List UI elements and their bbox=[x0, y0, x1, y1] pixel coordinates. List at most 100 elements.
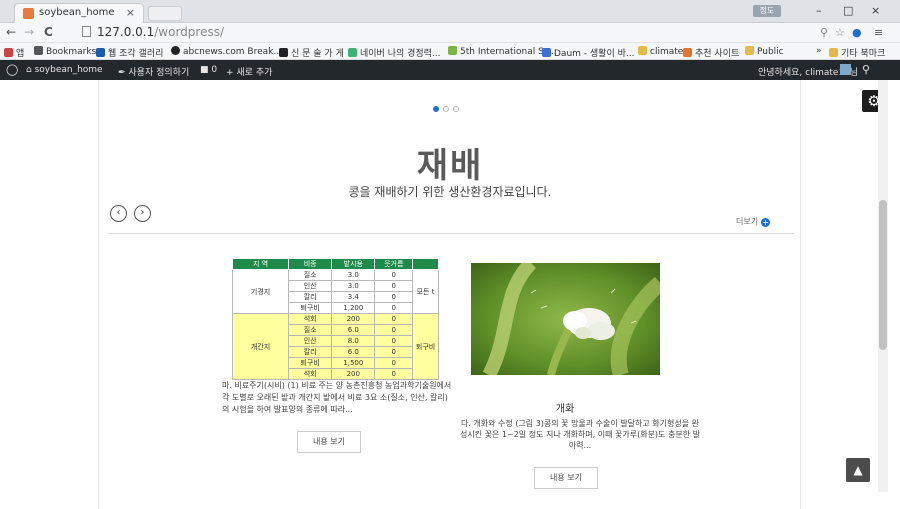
bookmarks-overflow[interactable]: » bbox=[816, 46, 822, 56]
wp-customize[interactable]: ✒ 사용자 정의하기 bbox=[118, 65, 189, 78]
column-header bbox=[412, 258, 439, 270]
bookmark-item[interactable]: Daum - 생활이 바... bbox=[542, 46, 634, 59]
browser-tab-bar: soybean_home × 정도 – □ × bbox=[0, 0, 900, 23]
bookmark-item[interactable]: climate bbox=[638, 46, 683, 57]
table-cell: 질소 bbox=[288, 324, 333, 336]
table-body: 기경지 질소 3.0 0 모든 t 인산 3.0 0 칼리 3.4 0 퇴구비 1,200 0 개간지 석회 2… bbox=[231, 269, 439, 380]
browser-toolbar: ← → C 127.0.0.1/wordpress/ ⚲ ☆ ● ≡ bbox=[0, 23, 900, 43]
column-header: 웃거름 bbox=[374, 258, 414, 270]
search-icon[interactable]: ⚲ bbox=[862, 63, 870, 76]
tab-close-icon[interactable]: × bbox=[126, 6, 135, 19]
page-icon bbox=[82, 26, 91, 37]
bookmark-item[interactable]: 추천 사이트 bbox=[683, 46, 739, 59]
table-row: 개간지 석회 200 0 퇴구비 bbox=[231, 313, 439, 380]
folder-icon bbox=[829, 48, 838, 57]
next-arrow-icon[interactable]: › bbox=[134, 205, 151, 222]
slider-dot[interactable] bbox=[433, 106, 439, 112]
table-header-row: 지 역 비종 밭시용 웃거름 bbox=[231, 258, 439, 270]
read-more-button[interactable]: 내용 보기 bbox=[534, 467, 598, 489]
table-cell: 0 bbox=[374, 346, 414, 358]
table-cell: 퇴구비 bbox=[288, 302, 333, 314]
table-cell: 0 bbox=[374, 280, 414, 292]
url-path: /wordpress/ bbox=[154, 25, 225, 39]
maximize-button[interactable]: □ bbox=[843, 4, 853, 17]
scrollbar-thumb[interactable] bbox=[879, 200, 887, 350]
bookmark-item[interactable]: 신 문 술 가 게 bbox=[279, 46, 344, 59]
table-cell: 0 bbox=[374, 302, 414, 314]
browser-tab[interactable]: soybean_home × bbox=[14, 3, 144, 23]
menu-icon[interactable]: ≡ bbox=[874, 26, 883, 39]
plus-icon: + bbox=[761, 218, 771, 227]
flower-illustration bbox=[471, 263, 660, 375]
table-cell: 3.4 bbox=[331, 291, 376, 303]
more-link[interactable]: 더보기 + bbox=[736, 216, 771, 227]
bookmark-item[interactable]: 네이버 나의 경정력... bbox=[348, 46, 441, 59]
note-cell: 모든 t bbox=[412, 269, 439, 314]
url-host: 127.0.0.1 bbox=[97, 25, 155, 39]
reload-icon[interactable]: C bbox=[44, 25, 53, 39]
card-excerpt: 마. 비료주기(시비) (1) 비료 주는 양 농촌진흥청 농업과학기술원에서 … bbox=[222, 381, 452, 414]
bookmark-item[interactable]: 웹 조각 갤러리 bbox=[96, 46, 163, 59]
bookmark-star-icon[interactable]: ☆ bbox=[835, 26, 845, 39]
wp-new-content[interactable]: + 새로 추가 bbox=[226, 65, 272, 78]
page-subtitle: 콩을 재배하기 위한 생산환경자료입니다. bbox=[348, 185, 552, 199]
wp-comments[interactable]: ■ 0 bbox=[200, 65, 217, 75]
table-cell: 1,200 bbox=[331, 302, 376, 314]
column-header: 지 역 bbox=[231, 258, 290, 270]
card-excerpt: 다. 개화와 수정 (그림 3)콩의 꽃 망울과 수술이 발달하고 화기형성을 … bbox=[460, 419, 700, 450]
divider bbox=[108, 233, 794, 234]
forward-icon[interactable]: → bbox=[24, 25, 34, 39]
soybean-flower-image bbox=[471, 263, 660, 375]
table-cell: 200 bbox=[331, 368, 376, 380]
page-content: ⚙ 재배 콩을 재배하기 위한 생산환경자료입니다. ‹ › 더보기 + 지 역 … bbox=[0, 80, 900, 509]
column-header: 밭시용 bbox=[331, 258, 376, 270]
page-title: 재배 bbox=[416, 146, 484, 186]
scroll-to-top-button[interactable]: ▲ bbox=[846, 458, 870, 482]
site-favicon-icon bbox=[23, 8, 34, 19]
table-cell: 석회 bbox=[288, 368, 333, 380]
table-cell: 0 bbox=[374, 357, 414, 369]
column-header: 비종 bbox=[288, 258, 333, 270]
table-cell: 인산 bbox=[288, 280, 333, 292]
bookmark-item[interactable]: Bookmarks bbox=[34, 46, 96, 57]
read-more-button[interactable]: 내용 보기 bbox=[297, 431, 361, 453]
star-icon bbox=[34, 46, 43, 55]
table-cell: 0 bbox=[374, 313, 414, 325]
close-window-button[interactable]: × bbox=[871, 4, 880, 17]
tab-title: soybean_home bbox=[39, 7, 115, 18]
minimize-button[interactable]: – bbox=[816, 4, 822, 17]
extension-icon[interactable]: ● bbox=[852, 26, 862, 39]
apps-icon bbox=[4, 48, 13, 57]
bookmarks-bar: 앱 Bookmarks 웹 조각 갤러리 abcnews.com Break..… bbox=[0, 43, 900, 60]
comment-icon: ■ bbox=[200, 65, 212, 75]
profile-badge[interactable]: 정도 bbox=[753, 5, 781, 17]
new-tab-button[interactable] bbox=[148, 6, 182, 21]
address-bar[interactable]: 127.0.0.1/wordpress/ bbox=[82, 25, 802, 41]
table-cell: 인산 bbox=[288, 335, 333, 347]
slider-dot[interactable] bbox=[443, 106, 449, 112]
wordpress-logo-icon[interactable]: ◯ bbox=[6, 63, 18, 76]
folder-icon bbox=[638, 46, 647, 55]
table-cell: 8.0 bbox=[331, 335, 376, 347]
naver-icon bbox=[348, 48, 357, 57]
avatar[interactable] bbox=[840, 64, 851, 75]
zoom-icon[interactable]: ⚲ bbox=[820, 26, 828, 39]
bookmark-item[interactable]: 앱 bbox=[4, 46, 24, 59]
wp-admin-bar: ◯ ⌂ soybean_home ✒ 사용자 정의하기 ■ 0 + 새로 추가 … bbox=[0, 60, 900, 80]
table-cell: 6.0 bbox=[331, 324, 376, 336]
card-title: 개화 bbox=[555, 404, 575, 415]
slider-dot[interactable] bbox=[453, 106, 459, 112]
back-icon[interactable]: ← bbox=[6, 25, 16, 39]
prev-arrow-icon[interactable]: ‹ bbox=[110, 205, 127, 222]
bookmark-item[interactable]: 기타 북마크 bbox=[829, 46, 885, 59]
bookmark-item[interactable]: Public bbox=[745, 46, 784, 57]
bookmark-item[interactable]: abcnews.com Break... bbox=[171, 46, 282, 57]
bookmark-item[interactable]: 5th International Sy... bbox=[448, 46, 556, 57]
home-icon: ⌂ bbox=[26, 65, 35, 75]
news-icon bbox=[279, 48, 288, 57]
table-cell: 0 bbox=[374, 324, 414, 336]
table-cell: 3.0 bbox=[331, 280, 376, 292]
wp-site-name[interactable]: ⌂ soybean_home bbox=[26, 65, 103, 75]
table-cell: 200 bbox=[331, 313, 376, 325]
table-cell: 0 bbox=[374, 291, 414, 303]
